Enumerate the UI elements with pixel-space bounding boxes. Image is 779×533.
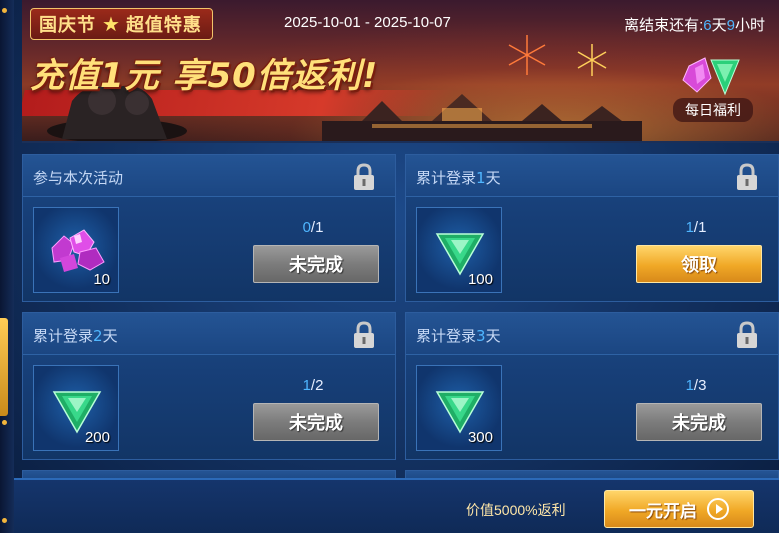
countdown-days: 6 [703,17,712,34]
rail-dot [2,420,7,425]
play-icon [707,498,729,520]
task-title-days: 1 [476,169,486,187]
one-yuan-open-button[interactable]: 一元开启 [604,490,754,528]
festival-name: 国庆节 [39,15,96,36]
task-progress: 1/2 [253,377,373,394]
star-icon: ★ [102,12,120,36]
incomplete-button[interactable]: 未完成 [253,403,379,441]
task-title-days: 3 [476,327,486,345]
reward-item-slot[interactable]: 200 [33,365,119,451]
task-title: 累计登录3天 [416,325,501,346]
task-card: 累计登录2天 200 1/2 未完成 [22,312,396,460]
progress-current: 1 [302,377,311,394]
left-side-rail [0,0,14,533]
firework-icon [577,44,607,76]
festival-tag: 国庆节 ★ 超值特惠 [30,8,213,40]
reward-quantity: 10 [93,271,110,288]
daily-gift-label: 每日福利 [673,98,753,122]
daily-gift-button[interactable]: 每日福利 [667,48,759,128]
progress-total: /1 [693,219,707,236]
incomplete-button[interactable]: 未完成 [636,403,762,441]
lock-icon [737,321,757,348]
task-card: 累计登录1天 100 1/1 领取 [405,154,779,302]
reward-item-slot[interactable]: 300 [416,365,502,451]
promo-name: 超值特惠 [125,15,202,36]
buy-button-label: 一元开启 [629,501,697,522]
countdown-hours-unit: 小时 [734,17,765,34]
event-headline: 充值1元 享50倍返利! [30,56,379,96]
task-title-days: 2 [93,327,103,345]
progress-total: /3 [693,377,707,394]
countdown-days-unit: 天 [711,17,727,34]
task-title-text: 累计登录 [416,327,477,345]
firework-icon [508,35,546,75]
rail-dot [2,8,7,13]
purchase-bar: 价值5000%返利 一元开启 [14,478,779,533]
game-window: 国庆节 ★ 超值特惠 2025-10-01 - 2025-10-07 充值1元 … [0,0,779,533]
reward-quantity: 200 [84,429,110,446]
progress-total: /2 [310,377,324,394]
lock-icon [737,163,757,190]
task-title-unit: 天 [485,327,501,345]
event-banner: 国庆节 ★ 超值特惠 2025-10-01 - 2025-10-07 充值1元 … [22,0,779,143]
incomplete-button[interactable]: 未完成 [253,245,379,283]
progress-current: 0 [302,219,311,236]
task-title-text: 参与本次活动 [33,169,124,187]
task-card: 参与本次活动 10 0/1 未完成 [22,154,396,302]
task-card: 累计登录3天 300 1/3 未完成 [405,312,779,460]
task-progress: 0/1 [253,219,373,236]
left-side-tab[interactable] [0,318,8,416]
reward-item-slot[interactable]: 100 [416,207,502,293]
task-title-text: 累计登录 [33,327,94,345]
reward-item-slot[interactable]: 10 [33,207,119,293]
countdown-prefix: 离结束还有: [624,17,704,34]
task-title: 参与本次活动 [33,167,123,188]
reward-quantity: 300 [467,429,493,446]
task-title-unit: 天 [485,169,501,187]
countdown-hours: 9 [726,17,735,34]
event-date-range: 2025-10-01 - 2025-10-07 [284,14,451,31]
task-title-unit: 天 [102,327,118,345]
task-title-text: 累计登录 [416,169,477,187]
rebate-value-text: 价值5000%返利 [466,502,566,518]
progress-current: 1 [685,219,694,236]
lock-icon [354,321,374,348]
task-progress: 1/3 [636,377,756,394]
lock-icon [354,163,374,190]
progress-total: /1 [310,219,324,236]
countdown-timer: 离结束还有:6天9小时 [624,14,765,35]
rail-dot [2,518,7,523]
task-title: 累计登录1天 [416,167,501,188]
reward-quantity: 100 [467,271,493,288]
task-title: 累计登录2天 [33,325,118,346]
task-progress: 1/1 [636,219,756,236]
claim-button[interactable]: 领取 [636,245,762,283]
progress-current: 1 [685,377,694,394]
